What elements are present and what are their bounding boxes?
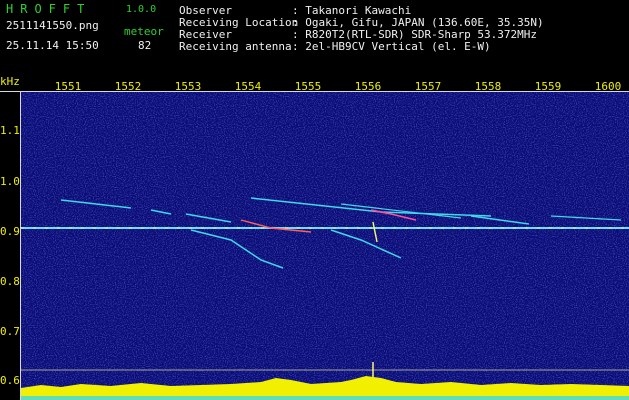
signal-strength-base (21, 396, 629, 400)
y-tick-label: 1.0 (0, 175, 20, 188)
y-tick-label: 1.1 (0, 124, 20, 137)
y-tick-label: 0.7 (0, 325, 20, 338)
y-tick-label: 0.8 (0, 275, 20, 288)
capture-datetime: 25.11.14 15:50 (6, 39, 99, 52)
image-filename: 2511141550.png (6, 19, 99, 32)
app-brand: HROFFT (6, 2, 92, 16)
y-axis-unit: kHz (0, 75, 20, 88)
spectrogram-svg (21, 92, 629, 400)
spectrogram-plot (21, 92, 629, 400)
app-version: 1.0.0 (126, 4, 157, 15)
noise-texture (21, 92, 629, 400)
y-tick-label: 0.6 (0, 374, 20, 387)
antenna-label: Receiving antenna (179, 40, 292, 53)
antenna-value: : 2el-HB9CV Vertical (el. E-W) (292, 40, 491, 53)
hrofft-window: HROFFT 1.0.0 2511141550.png meteor 25.11… (0, 0, 629, 400)
meteor-count: 82 (138, 39, 152, 52)
meteor-label: meteor (124, 25, 164, 38)
y-tick-label: 0.9 (0, 225, 20, 238)
